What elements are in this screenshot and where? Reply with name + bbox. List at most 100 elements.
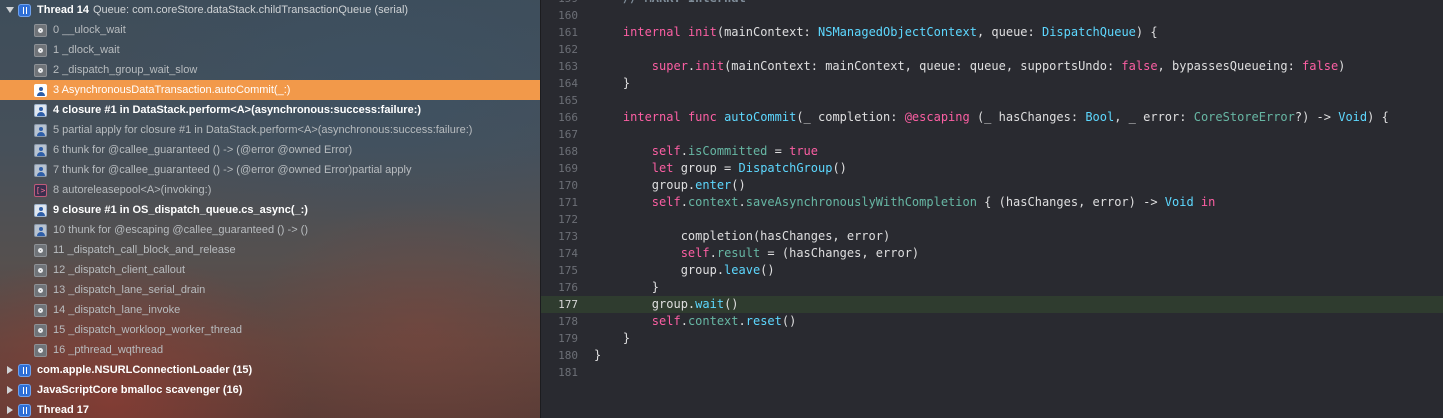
code-line[interactable]: 180}: [541, 347, 1443, 364]
code-token: result: [716, 246, 761, 260]
line-number: 171: [558, 196, 578, 209]
code-token: group.: [594, 263, 725, 277]
code-line[interactable]: 162: [541, 41, 1443, 58]
code-token: context: [687, 314, 739, 328]
thread-icon: [18, 383, 31, 397]
code-token: DispatchQueue: [1041, 25, 1136, 39]
code-line[interactable]: 176 }: [541, 279, 1443, 296]
code-text: super.init(mainContext: mainContext, que…: [594, 58, 1346, 75]
stack-frame-row[interactable]: 3 AsynchronousDataTransaction.autoCommit…: [0, 80, 540, 100]
stack-frame-row[interactable]: 9 closure #1 in OS_dispatch_queue.cs_asy…: [0, 200, 540, 220]
thread-label: JavaScriptCore bmalloc scavenger (16): [37, 384, 243, 396]
code-line[interactable]: 169 let group = DispatchGroup(): [541, 160, 1443, 177]
stack-frame-row[interactable]: 4 closure #1 in DataStack.perform<A>(asy…: [0, 100, 540, 120]
disclosure-collapsed-icon[interactable]: [6, 360, 14, 380]
code-line[interactable]: 167: [541, 126, 1443, 143]
code-line[interactable]: 172: [541, 211, 1443, 228]
line-number: 178: [558, 315, 578, 328]
thread-queue: Queue: com.coreStore.dataStack.childTran…: [92, 4, 409, 16]
code-line[interactable]: 165: [541, 92, 1443, 109]
stack-frame-label: 0 __ulock_wait: [53, 24, 126, 36]
stack-frame-row[interactable]: 10 thunk for @escaping @callee_guarantee…: [0, 220, 540, 240]
code-token: NSManagedObjectContext: [818, 25, 977, 39]
code-token: reset: [745, 314, 782, 328]
code-token: }: [594, 280, 660, 294]
code-token: self: [680, 246, 710, 260]
user-icon: [34, 83, 47, 97]
code-line[interactable]: 178 self.context.reset(): [541, 313, 1443, 330]
code-text: self.isCommitted = true: [594, 143, 818, 160]
code-line[interactable]: 159 // MARK: Internal: [541, 0, 1443, 7]
code-token: Void: [1164, 195, 1194, 209]
code-line[interactable]: 181: [541, 364, 1443, 381]
thread-14-row[interactable]: Thread 14 Queue: com.coreStore.dataStack…: [0, 0, 540, 20]
stack-frame-row[interactable]: [> 8 autoreleasepool<A>(invoking:): [0, 180, 540, 200]
code-line[interactable]: 171 self.context.saveAsynchronouslyWithC…: [541, 194, 1443, 211]
code-token: ) {: [1135, 25, 1158, 39]
code-token: func: [687, 110, 717, 124]
code-line[interactable]: 168 self.isCommitted = true: [541, 143, 1443, 160]
code-token: self: [651, 195, 681, 209]
line-number: 163: [558, 60, 578, 73]
stack-frame-row[interactable]: 14 _dispatch_lane_invoke: [0, 300, 540, 320]
thread-row[interactable]: Thread 17: [0, 400, 540, 418]
stack-frame-label: 10 thunk for @escaping @callee_guarantee…: [53, 224, 308, 236]
code-text: self.context.reset(): [594, 313, 797, 330]
code-line[interactable]: 179 }: [541, 330, 1443, 347]
stack-frame-row[interactable]: 12 _dispatch_client_callout: [0, 260, 540, 280]
thread-row[interactable]: com.apple.NSURLConnectionLoader (15): [0, 360, 540, 380]
code-line[interactable]: 164 }: [541, 75, 1443, 92]
code-line[interactable]: 166 internal func autoCommit(_ completio…: [541, 109, 1443, 126]
code-token: CoreStoreError: [1193, 110, 1295, 124]
current-code-line[interactable]: 177 group.wait(): [541, 296, 1443, 313]
code-line[interactable]: 174 self.result = (hasChanges, error): [541, 245, 1443, 262]
code-line[interactable]: 163 super.init(mainContext: mainContext,…: [541, 58, 1443, 75]
stack-frame-row[interactable]: 1 _dlock_wait: [0, 40, 540, 60]
stack-frame-row[interactable]: 16 _pthread_wqthread: [0, 340, 540, 360]
stack-frame-row[interactable]: 0 __ulock_wait: [0, 20, 540, 40]
stack-frame-row[interactable]: 11 _dispatch_call_block_and_release: [0, 240, 540, 260]
code-line[interactable]: 170 group.enter(): [541, 177, 1443, 194]
stack-frame-row[interactable]: 7 thunk for @callee_guaranteed () -> (@e…: [0, 160, 540, 180]
thread-row[interactable]: JavaScriptCore bmalloc scavenger (16): [0, 380, 540, 400]
code-line[interactable]: 161 internal init(mainContext: NSManaged…: [541, 24, 1443, 41]
code-text: group.enter(): [594, 177, 746, 194]
code-line[interactable]: 160: [541, 7, 1443, 24]
stack-frame-row[interactable]: 13 _dispatch_lane_serial_drain: [0, 280, 540, 300]
disclosure-collapsed-icon[interactable]: [6, 380, 14, 400]
code-token: Bool: [1085, 110, 1115, 124]
stack-frame-row[interactable]: 5 partial apply for closure #1 in DataSt…: [0, 120, 540, 140]
thread-icon: [18, 3, 31, 17]
line-number: 174: [558, 247, 578, 260]
stack-frame-row[interactable]: 2 _dispatch_group_wait_slow: [0, 60, 540, 80]
code-line[interactable]: 173 completion(hasChanges, error): [541, 228, 1443, 245]
line-number: 175: [558, 264, 578, 277]
code-token: (mainContext: mainContext, queue: queue,…: [724, 59, 1122, 73]
stack-frame-row[interactable]: 6 thunk for @callee_guaranteed () -> (@e…: [0, 140, 540, 160]
code-token: = (hasChanges, error): [760, 246, 920, 260]
user-icon: [34, 143, 47, 157]
disclosure-expanded-icon[interactable]: [6, 0, 14, 20]
code-text: completion(hasChanges, error): [594, 228, 891, 245]
line-number: 180: [558, 349, 578, 362]
code-line[interactable]: 175 group.leave(): [541, 262, 1443, 279]
code-token: ): [1338, 59, 1346, 73]
code-token: group =: [673, 161, 739, 175]
disclosure-collapsed-icon[interactable]: [6, 400, 14, 418]
code-token: init: [687, 25, 717, 39]
code-token: internal: [622, 25, 681, 39]
source-editor[interactable]: 159 // MARK: Internal160161 internal ini…: [541, 0, 1443, 418]
code-token: let: [651, 161, 674, 175]
gear-icon: [34, 263, 47, 277]
thread-icon: [18, 403, 31, 417]
code-token: self: [651, 314, 681, 328]
code-token: group.: [594, 297, 696, 311]
stack-frame-row[interactable]: 15 _dispatch_workloop_worker_thread: [0, 320, 540, 340]
code-text: internal func autoCommit(_ completion: @…: [594, 109, 1389, 126]
code-token: enter: [695, 178, 732, 192]
code-token: init: [695, 59, 725, 73]
code-token: (): [781, 314, 797, 328]
